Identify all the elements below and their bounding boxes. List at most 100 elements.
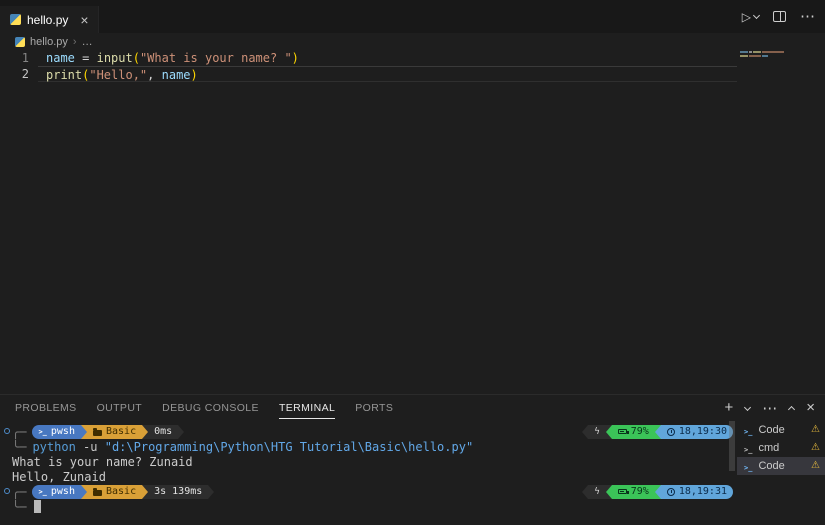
terminal-command-row: ╰─python -u "d:\Programming\Python\HTG T… — [12, 439, 737, 454]
terminal-tabs-list: Code cmd Code — [737, 421, 825, 525]
prompt-connector: ╭─ — [12, 425, 26, 439]
terminal-list-label: Code — [758, 460, 784, 472]
panel-header: PROBLEMS OUTPUT DEBUG CONSOLE TERMINAL PORTS — [0, 395, 825, 421]
editor[interactable]: 1name = input("What is your name? ")2pri… — [0, 50, 737, 394]
warning-icon — [811, 443, 820, 453]
prompt-right-segments: 79% 18,19:31 — [582, 485, 733, 499]
launch-profile-chevron-icon[interactable] — [744, 403, 751, 410]
bottom-panel: PROBLEMS OUTPUT DEBUG CONSOLE TERMINAL PORTS… — [0, 394, 825, 525]
powerline-separator-icon — [655, 485, 661, 499]
prompt-segment — [588, 485, 605, 499]
prompt-segment: 79% — [612, 425, 655, 439]
terminal-cursor — [34, 500, 41, 513]
editor-code: 1name = input("What is your name? ")2pri… — [0, 50, 737, 82]
clock-icon — [667, 428, 675, 436]
close-panel-icon[interactable] — [806, 399, 815, 417]
battery-icon — [618, 489, 627, 494]
clock-icon — [667, 488, 675, 496]
terminal-icon — [744, 424, 752, 437]
command-decoration-icon[interactable] — [4, 428, 10, 434]
maximize-panel-icon[interactable] — [788, 405, 795, 412]
prompt-left-segments: pwsh Basic 0ms — [32, 425, 184, 439]
prompt-segment: 3s 139ms — [148, 485, 208, 499]
terminal-prompt-row: ╭─ pwsh Basic 0ms 79% 18,19:30 — [12, 424, 737, 439]
minimap[interactable] — [740, 51, 825, 111]
breadcrumb-file[interactable]: hello.py — [30, 36, 68, 48]
folder-icon — [93, 430, 102, 436]
cmd-icon — [744, 442, 752, 455]
warning-icon — [811, 461, 820, 471]
more-actions-icon[interactable] — [800, 7, 815, 26]
prompt-segment: Basic — [87, 425, 142, 439]
panel-tab-terminal[interactable]: TERMINAL — [279, 397, 335, 419]
prompt-left-segments: pwsh Basic 3s 139ms — [32, 485, 214, 499]
vscode-window: hello.py hello.py › … 1name = input("Wha… — [0, 0, 825, 525]
prompt-segment: 79% — [612, 485, 655, 499]
powerline-separator-icon — [178, 425, 184, 439]
minimap-line — [740, 51, 825, 53]
more-actions-icon[interactable] — [762, 399, 777, 418]
prompt-connector: ╰─ — [12, 500, 26, 514]
terminal-prompt-row: ╭─ pwsh Basic 3s 139ms 79% 18,19:31 — [12, 484, 737, 499]
battery-icon — [618, 429, 627, 434]
terminal-list-item-code[interactable]: Code — [737, 457, 825, 475]
breadcrumb-separator: › — [73, 36, 77, 48]
breadcrumb[interactable]: hello.py › … — [0, 33, 825, 50]
terminal-list-label: Code — [758, 424, 784, 436]
prompt-segment: pwsh — [32, 425, 81, 439]
panel-actions — [724, 395, 815, 421]
bolt-icon — [594, 486, 599, 497]
terminal-list-item-code[interactable]: Code — [737, 421, 825, 439]
warning-icon — [811, 425, 820, 435]
code-line[interactable]: 2print("Hello,", name) — [0, 66, 737, 82]
breadcrumb-symbol[interactable]: … — [82, 36, 93, 48]
prompt-segment — [588, 425, 605, 439]
terminal-icon — [744, 460, 752, 473]
panel-tab-ports[interactable]: PORTS — [355, 397, 393, 419]
terminal-content[interactable]: ╭─ pwsh Basic 0ms 79% 18,19:30╰─python -u "d:… — [0, 421, 737, 525]
bolt-icon — [594, 426, 599, 437]
powerline-separator-icon — [208, 485, 214, 499]
folder-icon — [93, 490, 102, 496]
terminal-output-row: What is your name? Zunaid — [12, 454, 737, 469]
prompt-segment: 18,19:31 — [661, 485, 733, 499]
panel-tab-debug-console[interactable]: DEBUG CONSOLE — [162, 397, 259, 419]
prompt-connector: ╭─ — [12, 485, 26, 499]
code-text: print("Hello,", name) — [38, 66, 737, 82]
terminal-cursor-row: ╰─ — [12, 499, 737, 514]
code-text: name = input("What is your name? ") — [38, 50, 737, 66]
prompt-right-segments: 79% 18,19:30 — [582, 425, 733, 439]
tab-bar: hello.py — [0, 0, 825, 33]
tab-label: hello.py — [27, 13, 68, 27]
python-file-icon — [10, 14, 21, 25]
editor-toolbar — [742, 0, 815, 33]
powerline-separator-icon — [655, 425, 661, 439]
panel-tabs: PROBLEMS OUTPUT DEBUG CONSOLE TERMINAL PORTS — [15, 397, 393, 419]
close-icon[interactable] — [80, 13, 88, 27]
terminal-list-label: cmd — [758, 442, 779, 454]
terminal-scrollbar[interactable] — [729, 421, 735, 471]
run-button[interactable] — [742, 8, 759, 26]
tab-hello-py[interactable]: hello.py — [0, 6, 99, 33]
python-icon — [15, 37, 25, 47]
split-editor-icon[interactable] — [773, 11, 786, 22]
panel-tab-problems[interactable]: PROBLEMS — [15, 397, 77, 419]
new-terminal-icon[interactable] — [724, 399, 733, 417]
shell-icon — [38, 426, 46, 437]
code-line[interactable]: 1name = input("What is your name? ") — [0, 50, 737, 66]
run-icon — [742, 8, 751, 26]
run-dropdown-chevron-icon[interactable] — [753, 12, 760, 19]
shell-icon — [38, 486, 46, 497]
panel-tab-output[interactable]: OUTPUT — [97, 397, 143, 419]
terminal-output-row: Hello, Zunaid — [12, 469, 737, 484]
prompt-segment: 18,19:30 — [661, 425, 733, 439]
prompt-segment: 0ms — [148, 425, 178, 439]
command-decoration-icon[interactable] — [4, 488, 10, 494]
line-number: 2 — [0, 66, 38, 82]
line-number: 1 — [0, 50, 38, 66]
prompt-segment: pwsh — [32, 485, 81, 499]
prompt-connector: ╰─ — [12, 440, 26, 454]
terminal-list-item-cmd[interactable]: cmd — [737, 439, 825, 457]
prompt-segment: Basic — [87, 485, 142, 499]
minimap-line — [740, 55, 825, 57]
